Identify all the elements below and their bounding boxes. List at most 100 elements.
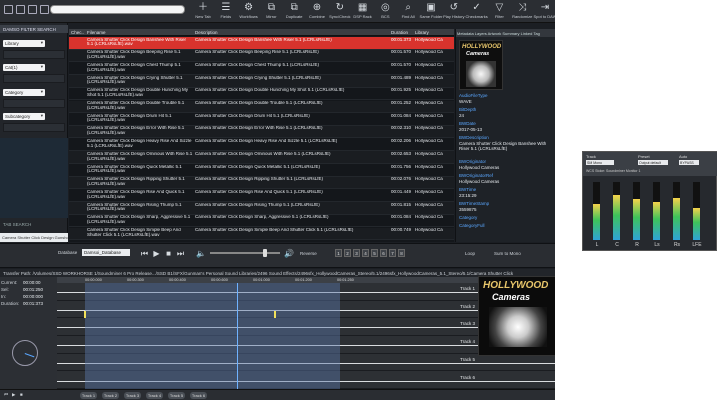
- preset-select[interactable]: Output default: [638, 160, 668, 165]
- channel-button[interactable]: 6: [380, 249, 387, 257]
- track-select[interactable]: SM Mono: [586, 160, 614, 165]
- preset-label: Preset: [638, 154, 650, 159]
- top-toolbar: ＋ New Tab ☰ Fields ⚙ Workflows ⧉ Mirror ⧉ Duplica…: [0, 0, 556, 23]
- channel-button[interactable]: 3: [353, 249, 360, 257]
- col-check-header[interactable]: Chec..: [71, 30, 84, 35]
- table-row[interactable]: Camera Shutter Click Design Ominous With…: [69, 151, 454, 164]
- filter-list-4[interactable]: [3, 123, 65, 132]
- bottom-transport-icon[interactable]: ▶: [12, 392, 15, 398]
- level-meter: [673, 182, 680, 240]
- share-icon[interactable]: [40, 5, 49, 14]
- table-row[interactable]: Camera Shutter Click Design Drum Hit 5.1…: [69, 113, 454, 126]
- filter-list-1[interactable]: [3, 50, 65, 59]
- bottom-transport-icon[interactable]: ■: [20, 392, 23, 397]
- cell-description: Camera Shutter Click Design Chest Thump …: [195, 62, 319, 67]
- track-select-button[interactable]: Track 6: [190, 392, 207, 399]
- search-input[interactable]: [50, 5, 185, 14]
- filter-select-library[interactable]: Library: [3, 40, 45, 47]
- cover-subtitle: Cameras: [466, 51, 490, 57]
- channel-label: Ls: [654, 242, 660, 248]
- cell-duration: 00:01.570: [391, 62, 412, 67]
- in-value: 00:00:000: [23, 294, 44, 299]
- channel-button[interactable]: 4: [362, 249, 369, 257]
- col-filename-header[interactable]: Filename: [87, 30, 106, 35]
- table-row[interactable]: Camera Shutter Click Design Double Hunch…: [69, 88, 454, 101]
- meta-key: AudioFileType: [459, 93, 488, 98]
- sum-mono-toggle[interactable]: Sum to Mono: [494, 251, 521, 256]
- filter-select-category[interactable]: Category: [3, 89, 45, 96]
- table-row[interactable]: Camera Shutter Click Design Ripping Shut…: [69, 176, 454, 190]
- cell-filename: Camera Shutter Click Design Rise And Qui…: [87, 189, 185, 199]
- playhead[interactable]: [237, 283, 238, 389]
- cell-description: Camera Shutter Click Design Banshee With…: [195, 37, 332, 42]
- channel-button[interactable]: 8: [398, 249, 405, 257]
- rewind-icon[interactable]: ⏮: [140, 249, 149, 258]
- table-row[interactable]: Camera Shutter Click Design Heavy Rise A…: [69, 139, 454, 152]
- cell-filename: Camera Shutter Click Design Simple Beep …: [87, 228, 181, 237]
- level-meter: [613, 182, 620, 240]
- track-select-button[interactable]: Track 2: [102, 392, 119, 399]
- cell-duration: 00:02.206: [391, 139, 412, 144]
- lock-icon[interactable]: [28, 5, 37, 14]
- table-row[interactable]: Camera Shutter Click Design Crying Shutt…: [69, 75, 454, 88]
- pan-dial[interactable]: [12, 340, 38, 366]
- volume-knob[interactable]: [263, 249, 267, 257]
- table-row[interactable]: Camera Shutter Click Design Banshee With…: [69, 37, 454, 50]
- folder-icon[interactable]: [16, 5, 25, 14]
- table-row[interactable]: Camera Shutter Click Design Quick Metall…: [69, 164, 454, 177]
- loop-toggle[interactable]: Loop: [465, 251, 475, 256]
- tab-search-input[interactable]: Camera Shutter Click Design Gunshot Rhyt…: [0, 233, 68, 242]
- bypass-select[interactable]: BYPASS: [679, 160, 699, 165]
- marker-right[interactable]: [274, 311, 276, 318]
- channel-label: L: [595, 242, 599, 248]
- table-row[interactable]: Camera Shutter Click Design Chest Thump …: [69, 62, 454, 75]
- play-icon[interactable]: ▶: [152, 249, 161, 258]
- col-description-header[interactable]: Description: [195, 30, 218, 35]
- table-row[interactable]: Camera Shutter Click Design Rising Thump…: [69, 202, 454, 215]
- meta-value: 3559875: [459, 207, 477, 212]
- filter-list-3[interactable]: [3, 99, 65, 108]
- stop-icon[interactable]: ■: [164, 249, 173, 258]
- cell-filename: Camera Shutter Click Design Quick Metall…: [87, 164, 182, 174]
- filter-select-subcategory[interactable]: Subcategory: [3, 113, 45, 120]
- reverse-label[interactable]: Reverse: [300, 251, 317, 256]
- cell-description: Camera Shutter Click Design Double Hunch…: [195, 88, 345, 93]
- cell-filename: Camera Shutter Click Design Sharp, Aggre…: [87, 215, 191, 225]
- duration-label: Duration:: [1, 301, 20, 306]
- channel-button[interactable]: 1: [335, 249, 342, 257]
- col-library-header[interactable]: Library: [415, 30, 429, 35]
- table-row[interactable]: Camera Shutter Click Design Double Troub…: [69, 100, 454, 113]
- window-icon[interactable]: [4, 5, 13, 14]
- col-duration-header[interactable]: Duration: [391, 30, 408, 35]
- table-row[interactable]: Camera Shutter Click Design Simple Beep …: [69, 227, 454, 240]
- meta-value: Camera Shutter Click Design Banshee With…: [459, 141, 547, 151]
- volume-slider[interactable]: [210, 252, 280, 254]
- track-select-button[interactable]: Track 4: [146, 392, 163, 399]
- table-row[interactable]: Camera Shutter Click Design Sharp, Aggre…: [69, 215, 454, 228]
- table-row[interactable]: Camera Shutter Click Design Rise And Qui…: [69, 189, 454, 202]
- cell-library: Hollywood Ca: [415, 75, 443, 80]
- marker-left[interactable]: [84, 311, 86, 318]
- filter-list-2[interactable]: [3, 74, 65, 83]
- fast-forward-icon[interactable]: ⏭: [176, 249, 185, 258]
- database-select[interactable]: Damsoi_Database: [82, 249, 130, 256]
- album-cover-small: HOLLYWOOD Cameras: [459, 40, 503, 90]
- table-row[interactable]: Camera Shutter Click Design Beeping Rise…: [69, 49, 454, 63]
- channel-button[interactable]: 5: [371, 249, 378, 257]
- track-select-button[interactable]: Track 3: [124, 392, 141, 399]
- selection-region[interactable]: [85, 283, 340, 389]
- channel-button[interactable]: 7: [389, 249, 396, 257]
- metadata-tabs[interactable]: Metadata Layers Artwork Summary Linked T…: [456, 29, 556, 37]
- cell-filename: Camera Shutter Click Design Error With R…: [87, 126, 185, 136]
- meta-key: BWDate: [459, 121, 476, 126]
- track-select-button[interactable]: Track 1: [80, 392, 97, 399]
- track-select-button[interactable]: Track 5: [168, 392, 185, 399]
- channel-button[interactable]: 2: [344, 249, 351, 257]
- bottom-transport-icon[interactable]: ⏮: [4, 392, 8, 397]
- track-label: Track 1: [460, 286, 475, 291]
- speaker-icon[interactable]: 🔈: [196, 249, 206, 258]
- filter-select-cat[interactable]: Cat(1): [3, 64, 45, 71]
- table-row[interactable]: Camera Shutter Click Design Error With R…: [69, 125, 454, 139]
- speaker-loud-icon[interactable]: 🔊: [284, 249, 294, 258]
- bottom-bar: ⏮ ▶ ■ Track 1 Track 2 Track 3 Track 4 Track 5 Tr…: [0, 389, 555, 400]
